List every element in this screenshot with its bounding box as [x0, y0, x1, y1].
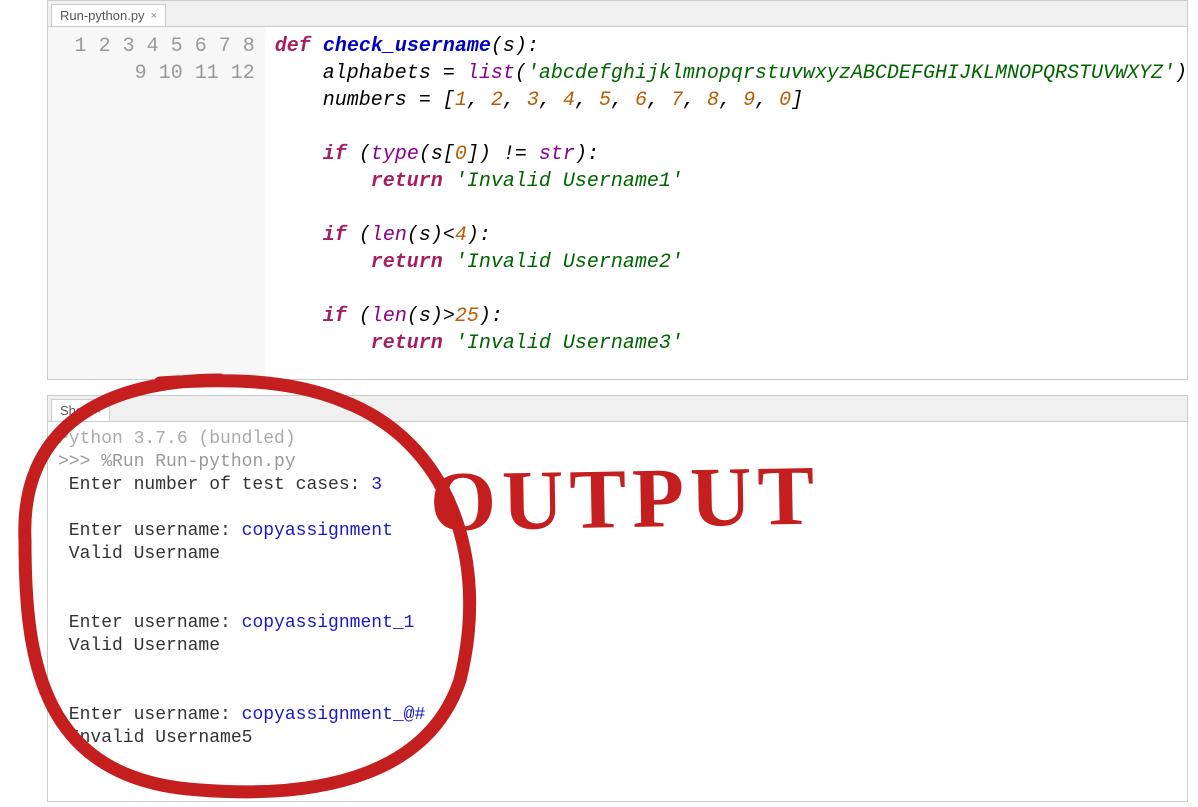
- close-icon[interactable]: ×: [95, 405, 101, 417]
- editor-tab-label: Run-python.py: [60, 8, 145, 23]
- shell-banner: Python 3.7.6 (bundled): [58, 429, 296, 449]
- shell-tab[interactable]: Shell ×: [51, 399, 110, 421]
- editor-panel: Run-python.py × 1 2 3 4 5 6 7 8 9 10 11 …: [47, 0, 1188, 380]
- line-gutter: 1 2 3 4 5 6 7 8 9 10 11 12: [48, 27, 265, 379]
- shell-panel: Shell × Python 3.7.6 (bundled) >>> %Run …: [47, 395, 1188, 802]
- shell-prompt: >>>: [58, 452, 101, 472]
- editor-tab[interactable]: Run-python.py ×: [51, 4, 166, 26]
- code-text[interactable]: def check_username(s): alphabets = list(…: [265, 27, 1187, 379]
- shell-tab-label: Shell: [60, 403, 89, 418]
- editor-tab-bar: Run-python.py ×: [48, 1, 1187, 27]
- shell-tab-bar: Shell ×: [48, 396, 1187, 422]
- shell-command: %Run Run-python.py: [101, 452, 295, 472]
- code-area[interactable]: 1 2 3 4 5 6 7 8 9 10 11 12 def check_use…: [48, 27, 1187, 379]
- close-icon[interactable]: ×: [151, 10, 157, 22]
- shell-output[interactable]: Python 3.7.6 (bundled) >>> %Run Run-pyth…: [48, 422, 1187, 756]
